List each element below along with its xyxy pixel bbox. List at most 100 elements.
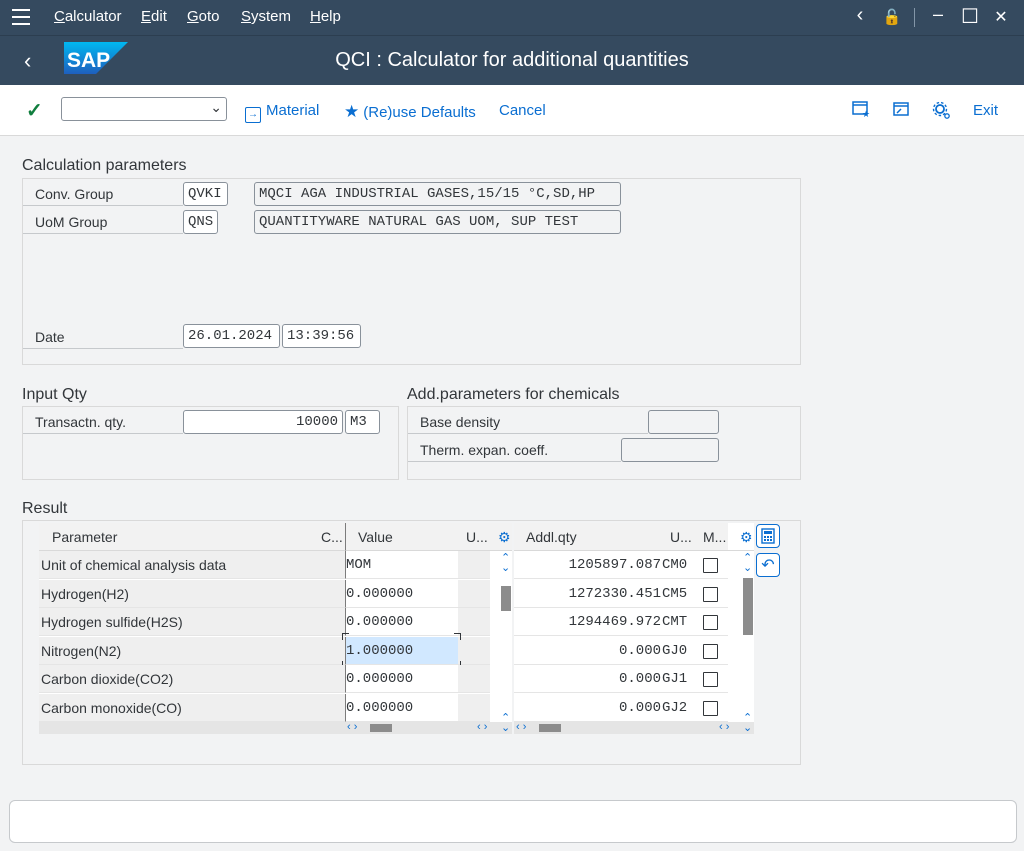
scroll-thumb[interactable] <box>539 724 561 732</box>
table-row-unit: CM5 <box>662 580 695 608</box>
row-checkbox[interactable] <box>703 558 718 573</box>
scroll-left-icon[interactable]: ‹ › <box>516 721 526 733</box>
unlock-icon[interactable]: 🔓 <box>880 8 904 26</box>
result-title: Result <box>22 500 68 517</box>
time-field[interactable]: 13:39:56 <box>282 324 361 348</box>
table-row-unit: CM0 <box>662 551 695 579</box>
uom-group-field[interactable]: QNS <box>183 210 218 234</box>
table-row-unit: GJ0 <box>662 637 695 665</box>
table-row-m <box>695 665 728 693</box>
calc-params-title: Calculation parameters <box>22 157 187 174</box>
table-settings-gear-icon[interactable]: ⚙ <box>728 523 754 551</box>
table-row-c <box>313 637 345 665</box>
scroll-left-icon[interactable]: ‹ › <box>477 721 487 733</box>
cancel-button[interactable]: Cancel <box>499 102 546 119</box>
column-header-c[interactable]: C... <box>313 523 345 551</box>
menu-system[interactable]: System <box>241 8 291 25</box>
table-row-u <box>458 551 490 579</box>
transactn-qty-field[interactable]: 10000 <box>183 410 343 434</box>
chevron-down-icon[interactable]: ⌄ <box>210 99 222 116</box>
hamburger-menu-icon[interactable] <box>12 9 30 26</box>
scroll-thumb[interactable] <box>743 578 753 635</box>
conv-group-field[interactable]: QVKI <box>183 182 228 206</box>
column-header-m[interactable]: M... <box>695 523 728 551</box>
cell-focus-corner <box>454 633 461 640</box>
conv-group-label: Conv. Group <box>23 182 183 206</box>
scroll-down-icon[interactable]: ⌄ <box>501 561 510 574</box>
therm-expan-field <box>621 438 719 462</box>
column-header-addl-qty[interactable]: Addl.qty <box>514 523 662 551</box>
menu-calculator[interactable]: Calculator <box>54 8 122 25</box>
left-table-horizontal-scrollbar[interactable]: ‹ › ‹ › ⌄ <box>39 721 512 734</box>
column-header-unit[interactable]: U... <box>662 523 695 551</box>
maximize-icon[interactable]: ☐ <box>958 4 982 29</box>
minimize-icon[interactable]: – <box>926 4 950 25</box>
checkmark-icon[interactable]: ✓ <box>26 98 43 123</box>
reuse-defaults-button[interactable]: ★ (Re)use Defaults <box>344 102 476 122</box>
menu-help[interactable]: Help <box>310 8 341 25</box>
table-row-u <box>458 580 490 608</box>
material-label: Material <box>266 102 320 119</box>
back-arrow-icon[interactable]: ‹ <box>848 4 872 27</box>
column-header-u[interactable]: U... <box>458 523 490 551</box>
date-field[interactable]: 26.01.2024 <box>183 324 280 348</box>
table-row-unit: GJ1 <box>662 665 695 693</box>
column-header-value[interactable]: Value <box>345 523 458 551</box>
scroll-down-icon[interactable]: ⌄ <box>501 721 510 734</box>
scroll-left-icon[interactable]: ‹ › <box>719 721 729 733</box>
settings-gear-icon[interactable] <box>931 101 951 119</box>
table-row-param: Hydrogen(H2) <box>39 580 313 608</box>
table-row-value[interactable]: MOM <box>345 551 458 579</box>
material-button[interactable]: → Material <box>245 102 319 123</box>
exit-button[interactable]: Exit <box>973 102 998 119</box>
right-table-horizontal-scrollbar[interactable]: ‹ › ‹ › ⌄ <box>514 721 754 734</box>
row-checkbox[interactable] <box>703 587 718 602</box>
chem-params-title: Add.parameters for chemicals <box>407 386 620 403</box>
left-table-vertical-scrollbar[interactable]: ⌃ ⌄ ⌃ <box>500 551 512 724</box>
table-row-addl-qty: 0.000 <box>514 694 662 722</box>
transactn-qty-label: Transactn. qty. <box>23 410 183 434</box>
scroll-thumb[interactable] <box>370 724 392 732</box>
scroll-left-icon[interactable]: ‹ › <box>347 721 357 733</box>
scroll-down-icon[interactable]: ⌄ <box>743 561 752 574</box>
table-row-c <box>313 665 345 693</box>
table-row-value-selected[interactable]: 1.000000 <box>345 637 458 665</box>
undo-icon[interactable]: ↶ <box>756 553 780 577</box>
table-row-addl-qty: 0.000 <box>514 637 662 665</box>
menu-edit[interactable]: Edit <box>141 8 167 25</box>
menu-bar: Calculator Edit Goto System Help ‹ 🔓 – ☐… <box>0 0 1024 35</box>
row-checkbox[interactable] <box>703 615 718 630</box>
layout-icon[interactable]: ★ <box>851 101 871 119</box>
table-row-u <box>458 637 490 665</box>
transactn-unit-field[interactable]: M3 <box>345 410 380 434</box>
reuse-defaults-label: (Re)use Defaults <box>363 104 476 121</box>
row-checkbox[interactable] <box>703 701 718 716</box>
row-checkbox[interactable] <box>703 672 718 687</box>
table-row-unit: CMT <box>662 608 695 636</box>
table-row-value[interactable]: 0.000000 <box>345 665 458 693</box>
row-checkbox[interactable] <box>703 644 718 659</box>
table-settings-gear-icon[interactable]: ⚙ <box>490 523 512 551</box>
table-row-u <box>458 665 490 693</box>
table-row-param: Carbon dioxide(CO2) <box>39 665 313 693</box>
scroll-down-icon[interactable]: ⌄ <box>743 721 752 734</box>
table-row-param: Nitrogen(N2) <box>39 637 313 665</box>
calculator-icon[interactable] <box>756 524 780 548</box>
table-row-value[interactable]: 0.000000 <box>345 580 458 608</box>
close-icon[interactable]: ✕ <box>989 7 1013 27</box>
scroll-thumb[interactable] <box>501 586 511 611</box>
window-icon[interactable] <box>891 101 911 119</box>
table-row-value[interactable]: 0.000000 <box>345 608 458 636</box>
table-row-unit: GJ2 <box>662 694 695 722</box>
menu-goto[interactable]: Goto <box>187 8 220 25</box>
column-header-parameter[interactable]: Parameter <box>39 523 313 551</box>
table-row-m <box>695 551 728 579</box>
table-row-m <box>695 637 728 665</box>
right-table-vertical-scrollbar[interactable]: ⌃ ⌄ ⌃ <box>742 551 754 724</box>
command-field[interactable]: ⌄ <box>61 97 227 121</box>
table-row-m <box>695 580 728 608</box>
table-row-c <box>313 694 345 722</box>
table-row-addl-qty: 1205897.087 <box>514 551 662 579</box>
table-row-m <box>695 608 728 636</box>
table-row-value[interactable]: 0.000000 <box>345 694 458 722</box>
